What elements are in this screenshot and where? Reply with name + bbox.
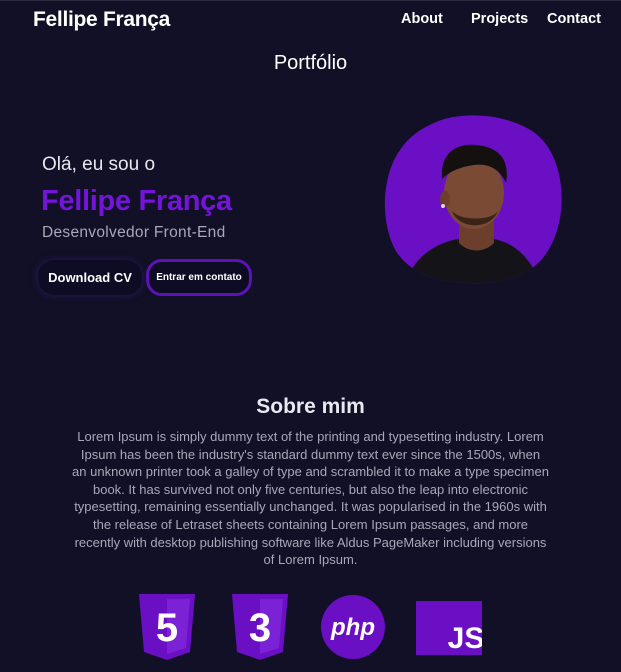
nav-link-about[interactable]: About — [401, 11, 443, 27]
contact-button[interactable]: Entrar em contato — [146, 259, 252, 296]
nav-link-projects[interactable]: Projects — [471, 11, 528, 27]
nav-link-contact[interactable]: Contact — [547, 11, 601, 27]
page-title: Portfólio — [273, 52, 348, 74]
hero-role: Desenvolvedor Front-End — [42, 224, 226, 241]
javascript-icon: JS — [416, 594, 484, 661]
site-logo[interactable]: Fellipe França — [33, 8, 170, 32]
html5-icon: 5 — [137, 594, 197, 665]
js-label: JS — [448, 622, 482, 655]
html5-label: 5 — [156, 606, 178, 650]
about-text: Lorem Ipsum is simply dummy text of the … — [72, 429, 549, 568]
about-title: Sobre mim — [256, 395, 365, 418]
css3-label: 3 — [249, 606, 271, 650]
php-label: php — [330, 614, 375, 641]
download-cv-button[interactable]: Download CV — [38, 260, 142, 295]
navbar: Fellipe França About Projects Contact — [0, 0, 621, 40]
css3-icon: 3 — [230, 594, 290, 665]
hero-greeting: Olá, eu sou o — [42, 154, 156, 175]
hero-name: Fellipe França — [41, 185, 232, 217]
php-icon: php — [320, 594, 386, 665]
profile-photo — [384, 113, 564, 285]
